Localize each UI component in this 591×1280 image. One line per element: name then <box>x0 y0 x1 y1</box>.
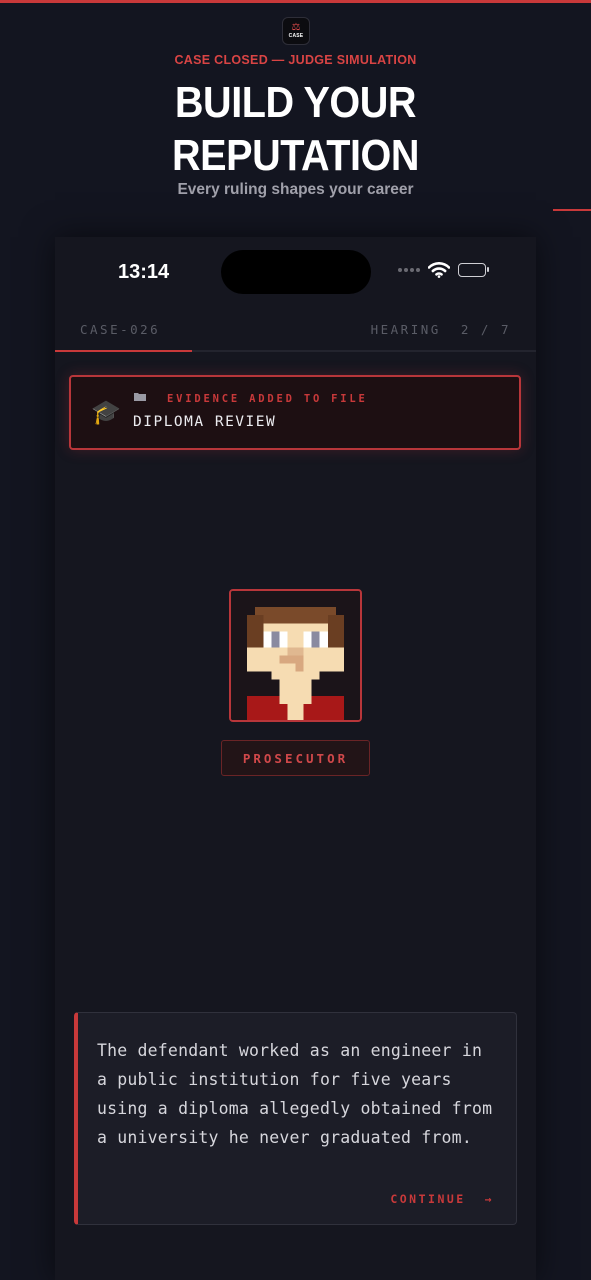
status-time: 13:14 <box>118 261 170 283</box>
hearing-counter: HEARING 2 / 7 <box>370 322 511 337</box>
hearing-progress-fill <box>55 350 193 352</box>
graduation-cap-icon: 🎓 <box>91 399 121 426</box>
app-icon: ⚖ CASE <box>282 17 310 45</box>
prosecutor-avatar <box>231 591 360 720</box>
continue-button[interactable]: CONTINUE → <box>390 1192 494 1206</box>
speaker-role-badge: PROSECUTOR <box>221 740 370 776</box>
dialogue-text: The defendant worked as an engineer in a… <box>97 1041 493 1147</box>
case-id: CASE-026 <box>80 322 161 337</box>
headline-line-2: REPUTATION <box>171 131 420 180</box>
top-accent-line <box>0 0 591 3</box>
status-icons <box>398 262 489 278</box>
gavel-icon: ⚖ <box>291 22 301 33</box>
app-icon-text: CASE <box>288 33 304 39</box>
promo-subtitle: CASE CLOSED — JUDGE SIMULATION <box>174 53 417 67</box>
evidence-label: EVIDENCE ADDED TO FILE <box>167 393 368 405</box>
battery-icon <box>458 263 489 277</box>
evidence-banner[interactable]: 🎓 EVIDENCE ADDED TO FILE DIPLOMA REVIEW <box>69 375 521 450</box>
dynamic-island <box>221 250 371 294</box>
phone-screen: 13:14 CASE-026 HEARING 2 / 7 🎓 EVIDENCE … <box>55 237 536 1280</box>
prosecutor-portrait <box>229 589 362 722</box>
hearing-progress-track <box>55 350 536 352</box>
signal-icon <box>398 268 420 272</box>
promo-headline: BUILD YOUR REPUTATION <box>30 76 562 182</box>
folder-icon <box>134 393 146 401</box>
promo-tagline: Every ruling shapes your career <box>177 181 414 198</box>
evidence-title: DIPLOMA REVIEW <box>133 414 277 430</box>
side-accent-line <box>553 209 591 211</box>
wifi-icon <box>428 262 450 278</box>
headline-line-1: BUILD YOUR <box>174 78 417 127</box>
dialogue-box[interactable]: The defendant worked as an engineer in a… <box>74 1012 517 1225</box>
